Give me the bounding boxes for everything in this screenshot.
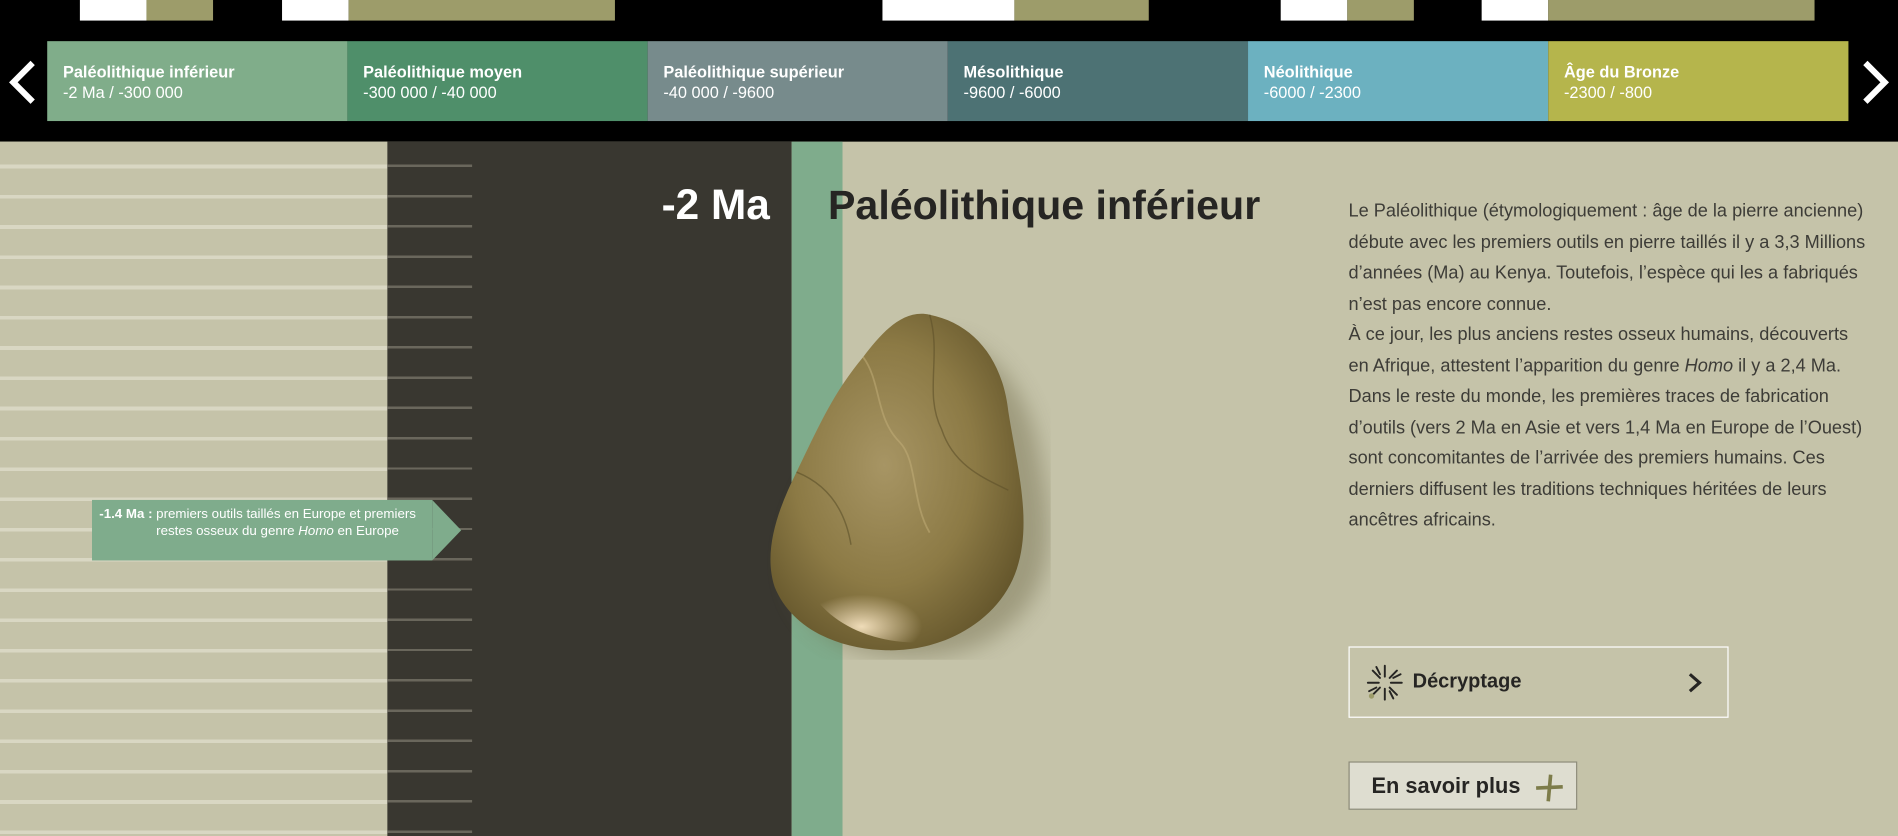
- event-date: -1.4 Ma :: [99, 507, 153, 522]
- period-name: Paléolithique moyen: [363, 62, 523, 82]
- mini-timeline-segment[interactable]: [882, 0, 1149, 21]
- sparkle-icon: [1366, 664, 1403, 701]
- period-name: Paléolithique supérieur: [663, 62, 845, 82]
- handaxe-image: [770, 313, 1050, 658]
- chevron-right-icon: [1863, 60, 1890, 104]
- period-tab[interactable]: Paléolithique moyen -300 000 / -40 000: [347, 41, 648, 122]
- event-text: premiers outils taillés en Europe et pre…: [156, 507, 416, 539]
- decryptage-label: Décryptage: [1412, 670, 1522, 693]
- timeline-ticks: [387, 141, 473, 836]
- period-dates: -2 Ma / -300 000: [62, 83, 183, 102]
- learn-more-button[interactable]: En savoir plus: [1348, 761, 1578, 810]
- learn-more-label: En savoir plus: [1371, 772, 1521, 798]
- period-tab[interactable]: Néolithique -6000 / -2300: [1248, 41, 1549, 122]
- period-dates: -40 000 / -9600: [663, 83, 775, 102]
- period-dates: -300 000 / -40 000: [363, 83, 497, 102]
- description-paragraph: Dans le reste du monde, les premières tr…: [1348, 386, 1863, 531]
- mini-timeline-segment[interactable]: [1481, 0, 1815, 21]
- period-start-date: -2 Ma: [661, 181, 770, 229]
- decryptage-button[interactable]: Décryptage: [1348, 646, 1729, 718]
- mini-timeline-segment[interactable]: [1280, 0, 1414, 21]
- timeline-page: Paléolithique inférieur -2 Ma / -300 000 P…: [0, 0, 1898, 836]
- period-tab[interactable]: Mésolithique -9600 / -6000: [947, 41, 1249, 122]
- period-name: Néolithique: [1263, 62, 1353, 82]
- description-paragraph: À ce jour, les plus anciens restes osseu…: [1348, 324, 1849, 376]
- chevron-right-icon: [1688, 673, 1702, 693]
- period-name: Âge du Bronze: [1563, 62, 1680, 82]
- period-tab[interactable]: Paléolithique inférieur -2 Ma / -300 000: [47, 41, 348, 122]
- next-period-button[interactable]: [1856, 58, 1892, 106]
- previous-period-button[interactable]: [6, 58, 42, 106]
- period-name: Paléolithique inférieur: [62, 62, 235, 82]
- description-paragraph: Le Paléolithique (étymologiquement : âge…: [1348, 200, 1866, 315]
- period-dates: -2300 / -800: [1563, 83, 1653, 102]
- event-pointer: [432, 499, 462, 561]
- period-tab[interactable]: Paléolithique supérieur -40 000 / -9600: [647, 41, 948, 122]
- period-title: Paléolithique inférieur: [827, 182, 1261, 229]
- mini-timeline-segment[interactable]: [282, 0, 615, 21]
- period-dates: -9600 / -6000: [963, 83, 1061, 102]
- top-navigation-bar: Paléolithique inférieur -2 Ma / -300 000 P…: [0, 0, 1898, 142]
- period-dates: -6000 / -2300: [1263, 83, 1361, 102]
- period-tabs: Paléolithique inférieur -2 Ma / -300 000 P…: [47, 41, 1849, 122]
- mini-timeline-segment[interactable]: [79, 0, 214, 21]
- period-tab[interactable]: Âge du Bronze -2300 / -800: [1548, 41, 1849, 122]
- period-name: Mésolithique: [963, 62, 1064, 82]
- timeline-scale-stripes: [0, 141, 388, 836]
- chevron-left-icon: [9, 60, 35, 104]
- plus-icon: [1536, 774, 1563, 802]
- timeline-event-card[interactable]: -1.4 Ma : premiers outils taillés en Eur…: [91, 499, 433, 561]
- period-description: Le Paléolithique (étymologiquement : âge…: [1348, 196, 1866, 536]
